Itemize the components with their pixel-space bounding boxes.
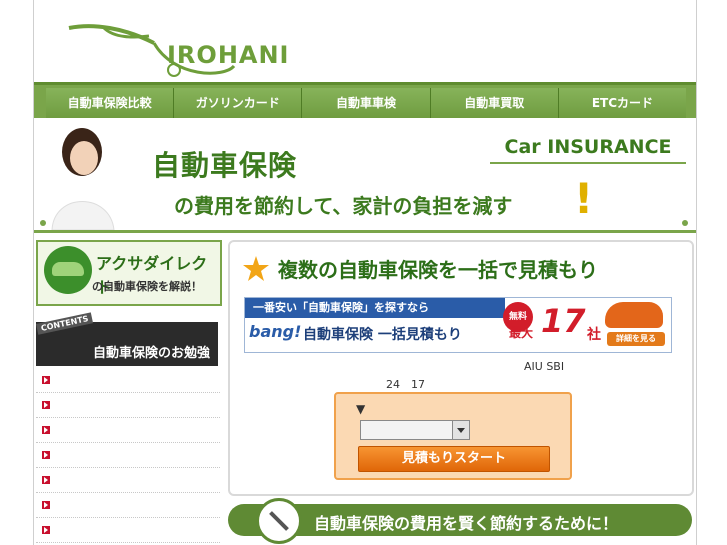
down-arrow-icon: ▼ <box>356 402 366 416</box>
sidebar-item[interactable] <box>36 393 220 418</box>
nav-item-gasoline-card[interactable]: ガソリンカード <box>174 88 303 123</box>
bang-ad-banner[interactable]: 一番安い「自動車保険」を探すなら bang! 自動車保険 一括見積もり 無料 最… <box>244 297 672 353</box>
contents-title: 自動車保険のお勉強 <box>92 346 210 361</box>
arrow-right-icon <box>42 476 50 484</box>
orange-car-icon <box>605 302 663 328</box>
car-icon <box>52 262 84 276</box>
bang-main-text: 自動車保険 一括見積もり <box>303 327 462 343</box>
nav-item-insurance-compare[interactable]: 自動車保険比較 <box>46 88 175 123</box>
estimate-start-button[interactable]: 見積もりスタート <box>358 446 550 472</box>
chevron-down-icon[interactable] <box>452 421 469 439</box>
logo[interactable]: IROHANI <box>64 18 304 78</box>
detail-button[interactable]: 詳細を見る <box>607 332 665 346</box>
corner-dot <box>40 220 46 226</box>
global-nav: 自動車保険比較 ガソリンカード 自動車車検 自動車買取 ETCカード <box>34 82 696 123</box>
bang-logo: bang! <box>249 322 302 341</box>
arrow-right-icon <box>42 526 50 534</box>
hero-banner: 自動車保険 の費用を節約して、家計の負担を減す ! Car INSURANCE <box>34 118 696 233</box>
estimate-form: ▼ 見積もりスタート <box>334 392 572 480</box>
sidebar-list <box>36 368 220 543</box>
bang-top-text: 一番安い「自動車保険」を探すなら <box>245 298 505 318</box>
arrow-right-icon <box>42 376 50 384</box>
section-title: 自動車保険の費用を賢く節約するために！ <box>314 514 619 533</box>
contents-tag: CONTENTS <box>36 312 94 335</box>
sidebar-item[interactable] <box>36 518 220 543</box>
corner-dot <box>682 220 688 226</box>
hero-subtitle: の費用を節約して、家計の負担を減す <box>174 194 513 218</box>
sidebar-item[interactable] <box>36 493 220 518</box>
nav-item-car-inspection[interactable]: 自動車車検 <box>302 88 431 123</box>
insurer-names: AIU SBI <box>524 360 565 373</box>
nav-item-car-purchase[interactable]: 自動車買取 <box>430 88 559 123</box>
sidebar-item[interactable] <box>36 468 220 493</box>
company-unit: 社 <box>587 327 601 343</box>
main-title: 複数の自動車保険を一括で見積もり <box>278 258 598 282</box>
nav-item-etc-card[interactable]: ETCカード <box>558 88 687 123</box>
number-line: 24 17 <box>386 378 425 391</box>
contents-header: CONTENTS 自動車保険のお勉強 <box>36 312 218 366</box>
pen-icon <box>256 498 302 544</box>
sidebar-item[interactable] <box>36 418 220 443</box>
arrow-right-icon <box>42 451 50 459</box>
section-header-bar: 自動車保険の費用を賢く節約するために！ <box>228 498 692 544</box>
logo-text: IROHANI <box>167 41 290 69</box>
max-label: 最大 <box>509 326 534 340</box>
hero-title: 自動車保険 <box>152 149 298 182</box>
banner-subtitle: の自動車保険を解説！ <box>92 280 202 293</box>
car-insurance-tag: Car INSURANCE <box>490 132 686 164</box>
woman-photo <box>51 128 115 230</box>
maker-select[interactable] <box>360 420 470 440</box>
arrow-right-icon <box>42 426 50 434</box>
hero-exclaim: ! <box>574 174 594 223</box>
sidebar-item[interactable] <box>36 368 220 393</box>
main-content-box: 複数の自動車保険を一括で見積もり 一番安い「自動車保険」を探すなら bang! … <box>228 240 694 496</box>
arrow-right-icon <box>42 501 50 509</box>
sidebar-item[interactable] <box>36 443 220 468</box>
page-container: IROHANI 自動車保険比較 ガソリンカード 自動車車検 自動車買取 ETCカ… <box>33 0 697 545</box>
company-count: 17 <box>541 302 586 340</box>
arrow-right-icon <box>42 401 50 409</box>
axa-direct-banner[interactable]: アクサダイレクト の自動車保険を解説！ <box>36 240 222 306</box>
